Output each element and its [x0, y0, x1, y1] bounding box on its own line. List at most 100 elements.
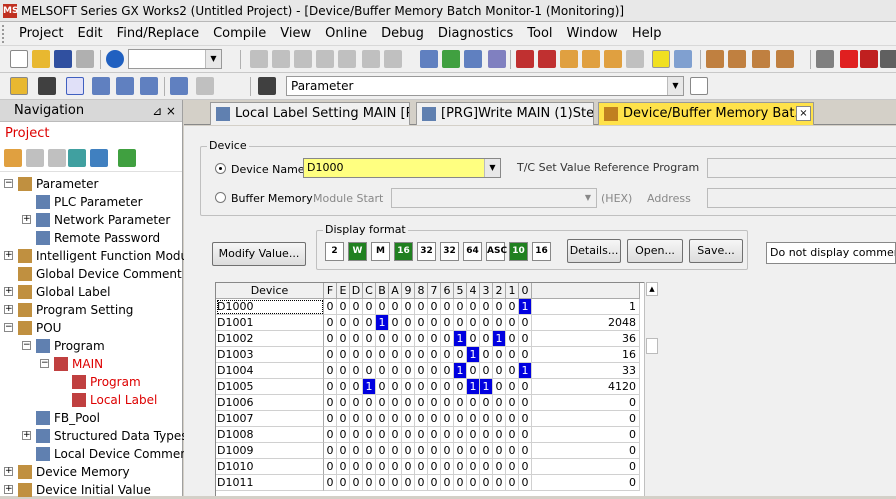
bit-cell[interactable]: 0 [441, 379, 454, 395]
bit-cell[interactable]: 0 [376, 427, 389, 443]
property-icon[interactable] [68, 149, 86, 167]
bit-cell[interactable]: 0 [402, 459, 415, 475]
save-icon[interactable] [54, 50, 72, 68]
bit-cell[interactable]: 0 [467, 315, 480, 331]
bit-cell[interactable]: 0 [415, 395, 428, 411]
monitor-all-icon[interactable] [626, 50, 644, 68]
vertical-scrollbar[interactable]: ▲ [644, 282, 658, 496]
bit-cell[interactable]: 0 [441, 411, 454, 427]
bit-cell[interactable]: 0 [428, 299, 441, 315]
bit-cell[interactable]: 0 [376, 395, 389, 411]
collapse-icon[interactable]: − [4, 179, 13, 188]
bit-cell[interactable]: 0 [324, 363, 337, 379]
bit-cell[interactable]: 0 [363, 395, 376, 411]
bit-cell[interactable]: 0 [324, 315, 337, 331]
menu-tool[interactable]: Tool [520, 22, 559, 46]
bit-cell[interactable]: 0 [337, 411, 350, 427]
module-start-combo[interactable]: ▼ [391, 188, 597, 208]
copy-icon[interactable] [272, 50, 290, 68]
bit-cell[interactable]: 0 [363, 475, 376, 491]
ascii-format-button[interactable]: ASC [486, 242, 507, 261]
bit-cell[interactable]: 0 [493, 459, 506, 475]
print-icon[interactable] [76, 50, 94, 68]
tree-item[interactable]: + Program Setting [0, 301, 183, 319]
bit-cell[interactable]: 0 [389, 331, 402, 347]
bit-cell[interactable]: 0 [428, 379, 441, 395]
bit-cell[interactable]: 0 [493, 347, 506, 363]
memory-view-icon[interactable] [38, 77, 56, 95]
bit-cell[interactable]: 0 [493, 475, 506, 491]
bit-cell[interactable]: 0 [480, 347, 493, 363]
new-data-icon[interactable] [4, 149, 22, 167]
bit-cell[interactable]: 0 [506, 331, 519, 347]
menu-debug[interactable]: Debug [374, 22, 431, 46]
bit-cell[interactable]: 0 [506, 379, 519, 395]
menu-help[interactable]: Help [625, 22, 669, 46]
bit-cell[interactable]: 0 [363, 427, 376, 443]
bit-cell[interactable]: 0 [454, 315, 467, 331]
bit-cell[interactable]: 0 [337, 299, 350, 315]
menu-edit[interactable]: Edit [70, 22, 109, 46]
bit-cell[interactable]: 0 [376, 443, 389, 459]
bit-cell[interactable]: 1 [376, 315, 389, 331]
binoculars-icon[interactable] [258, 77, 276, 95]
device-cell[interactable]: D1006 [216, 395, 324, 411]
bit-cell[interactable]: 0 [454, 395, 467, 411]
device-cell[interactable]: D1010 [216, 459, 324, 475]
bit-cell[interactable]: 0 [480, 443, 493, 459]
menu-diagnostics[interactable]: Diagnostics [431, 22, 520, 46]
bit-cell[interactable]: 0 [337, 459, 350, 475]
address-input[interactable] [707, 188, 896, 208]
bit-cell[interactable]: 0 [428, 475, 441, 491]
menu-project[interactable]: Project [12, 22, 70, 46]
bit-cell[interactable]: 1 [519, 363, 532, 379]
bit-cell[interactable]: 0 [467, 459, 480, 475]
compile-icon[interactable] [706, 50, 724, 68]
bit-cell[interactable]: 0 [480, 331, 493, 347]
tab-local-label-setting[interactable]: Local Label Setting MAIN [PRG] [210, 102, 410, 125]
bit-cell[interactable]: 0 [402, 347, 415, 363]
bit-cell[interactable]: 0 [506, 347, 519, 363]
menu-compile[interactable]: Compile [206, 22, 273, 46]
tab-device-batch-monitor[interactable]: Device/Buffer Memory Bat... × [598, 102, 814, 125]
bit-cell[interactable]: 0 [506, 459, 519, 475]
tree-item[interactable]: FB_Pool [0, 409, 183, 427]
bit-cell[interactable]: 0 [454, 299, 467, 315]
bit-cell[interactable]: 0 [480, 299, 493, 315]
tree-item[interactable]: + Global Label [0, 283, 183, 301]
device-cell[interactable]: D1011 [216, 475, 324, 491]
bit-cell[interactable]: 0 [415, 379, 428, 395]
bit-cell[interactable]: 0 [337, 363, 350, 379]
expand-icon[interactable]: + [4, 305, 13, 314]
value-cell[interactable]: 2048 [532, 315, 640, 331]
decimal-format-button[interactable]: 10 [509, 242, 528, 261]
value-cell[interactable]: 4120 [532, 379, 640, 395]
bit-cell[interactable]: 0 [337, 443, 350, 459]
stop-icon[interactable] [860, 50, 878, 68]
16bit-format-button[interactable]: 16 [394, 242, 413, 261]
tree-item[interactable]: Local Device Comment [0, 445, 193, 463]
bit-cell[interactable]: 0 [376, 475, 389, 491]
bit-cell[interactable]: 0 [441, 459, 454, 475]
bit-cell[interactable]: 1 [467, 379, 480, 395]
open-button[interactable]: Open... [627, 239, 683, 263]
bit-cell[interactable]: 0 [467, 443, 480, 459]
watch-icon[interactable] [170, 77, 188, 95]
open-folder-icon[interactable] [32, 50, 50, 68]
cross-ref-icon[interactable] [488, 50, 506, 68]
bit-cell[interactable]: 0 [337, 315, 350, 331]
bit-cell[interactable]: 0 [337, 331, 350, 347]
tree-item[interactable]: + Intelligent Function Module [0, 247, 199, 265]
bit-cell[interactable]: 0 [506, 315, 519, 331]
bit-cell[interactable]: 0 [415, 347, 428, 363]
bit-cell[interactable]: 1 [454, 363, 467, 379]
filter-icon[interactable] [118, 149, 136, 167]
bit-cell[interactable]: 0 [467, 395, 480, 411]
menu-online[interactable]: Online [318, 22, 374, 46]
chevron-down-icon[interactable]: ▼ [484, 159, 500, 177]
bit-cell[interactable]: 1 [519, 299, 532, 315]
bit-cell[interactable]: 0 [350, 347, 363, 363]
redo-list-icon[interactable] [384, 50, 402, 68]
settings-dropdown-icon[interactable] [196, 77, 214, 95]
value-cell[interactable]: 0 [532, 443, 640, 459]
